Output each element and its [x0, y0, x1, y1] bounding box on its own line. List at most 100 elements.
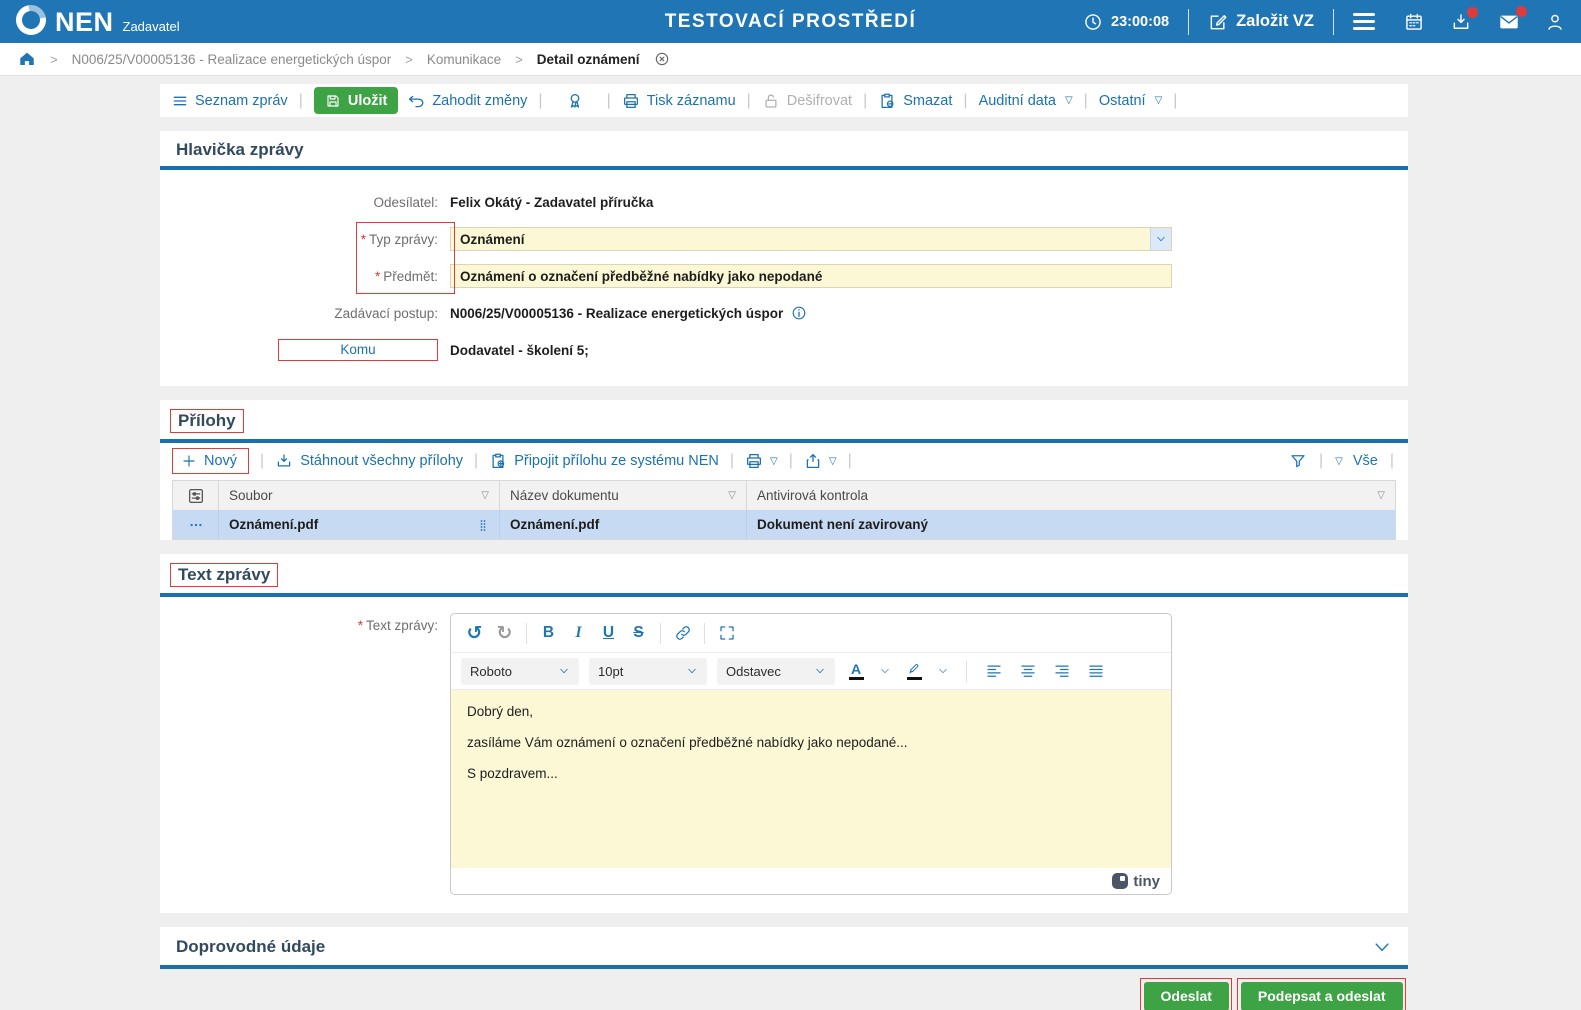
align-center-icon[interactable]	[1019, 662, 1037, 680]
align-left-icon[interactable]	[985, 662, 1003, 680]
chevron-down-icon[interactable]	[879, 665, 891, 677]
triangle-down-icon[interactable]: ▽	[1335, 456, 1343, 467]
user-icon[interactable]	[1545, 12, 1565, 32]
align-justify-icon[interactable]	[1087, 662, 1105, 680]
seznam-zprav-button[interactable]: Seznam zpráv	[172, 93, 288, 109]
new-document-icon	[1210, 14, 1227, 29]
annotation-box-odeslat: Odeslat	[1140, 978, 1233, 1010]
vse-filter-dropdown[interactable]: Vše	[1353, 453, 1378, 469]
column-header-nazev: Název dokumentu	[510, 488, 619, 503]
close-tab-icon[interactable]	[654, 51, 670, 67]
predmet-label: * Předmět:	[374, 268, 438, 284]
smazat-button[interactable]: Smazat	[878, 92, 952, 110]
brand-area[interactable]: NEN Zadavatel	[10, 0, 180, 41]
section-title: Přílohy	[170, 409, 244, 433]
highlight-color-button[interactable]	[903, 658, 925, 684]
downloads-button[interactable]	[1451, 6, 1478, 32]
zahodit-zmeny-button[interactable]: Zahodit změny	[407, 92, 527, 110]
odesilatel-value: Felix Okátý - Zadavatel příručka	[450, 194, 654, 210]
text-color-button[interactable]: A	[845, 658, 867, 684]
triangle-down-icon: ▽	[828, 455, 837, 467]
triangle-down-icon: ▽	[1154, 95, 1163, 106]
messages-button[interactable]	[1498, 5, 1527, 33]
attachments-section: Přílohy Nový | Stáhnout všechny přílohy …	[160, 400, 1408, 540]
column-filter-icon[interactable]: ▽	[481, 490, 489, 501]
ulozit-button[interactable]: Uložit	[313, 87, 399, 114]
odeslat-button[interactable]: Odeslat	[1143, 981, 1229, 1010]
chevron-down-icon	[816, 668, 824, 674]
breadcrumb-item-procedure[interactable]: N006/25/V00005136 - Realizace energetick…	[72, 52, 392, 67]
chevron-down-icon[interactable]	[1372, 937, 1392, 957]
font-family-select[interactable]: Roboto	[461, 657, 579, 685]
breadcrumb-separator: >	[515, 51, 523, 67]
list-icon	[173, 96, 187, 105]
ostatni-dropdown[interactable]: Ostatní ▽	[1099, 93, 1162, 109]
predmet-input[interactable]: Oznámení o označení předběžné nabídky ja…	[450, 264, 1172, 288]
desifrovat-button[interactable]: Dešifrovat	[762, 92, 852, 110]
italic-button[interactable]: I	[565, 620, 592, 646]
block-format-select[interactable]: Odstavec	[717, 657, 835, 685]
chevron-down-icon[interactable]	[1150, 228, 1171, 250]
tisk-zaznamu-button[interactable]: Tisk záznamu	[622, 92, 736, 110]
column-filter-icon[interactable]: ▽	[1377, 490, 1385, 501]
notification-badge	[1467, 6, 1478, 18]
zalozit-vz-button[interactable]: Založit VZ	[1208, 12, 1314, 32]
clipboard-attach-icon	[492, 453, 505, 469]
column-settings-button[interactable]	[173, 481, 219, 510]
stahnout-prilohy-button[interactable]: Stáhnout všechny přílohy	[275, 452, 463, 470]
strikethrough-button[interactable]: S	[625, 620, 652, 646]
three-dots-icon	[189, 523, 202, 526]
font-size-select[interactable]: 10pt	[589, 657, 707, 685]
download-icon	[277, 454, 291, 467]
underline-button[interactable]: U	[595, 620, 622, 646]
typ-zpravy-select[interactable]: Oznámení	[450, 227, 1172, 251]
link-icon	[675, 626, 690, 640]
print-attachments-dropdown[interactable]: ▽	[745, 452, 778, 470]
novy-button[interactable]: Nový	[172, 448, 250, 474]
export-attachments-dropdown[interactable]: ▽	[804, 452, 837, 470]
breadcrumb-item-komunikace[interactable]: Komunikace	[427, 52, 501, 67]
filter-button[interactable]	[1289, 452, 1307, 470]
printer-icon	[623, 93, 638, 108]
link-button[interactable]	[669, 620, 696, 646]
color-swatch	[848, 677, 864, 680]
notification-badge	[1516, 5, 1527, 17]
undo-button[interactable]: ↺	[461, 620, 488, 646]
additional-data-section: Doprovodné údaje	[160, 927, 1408, 969]
table-row[interactable]: Oznámení.pdf Oznámení.pdf Dokument není …	[173, 510, 1395, 539]
auditni-data-dropdown[interactable]: Auditní data ▽	[979, 93, 1073, 109]
clipboard-delete-icon	[881, 93, 894, 108]
komu-button[interactable]: Komu	[278, 339, 438, 361]
redo-button[interactable]: ↻	[491, 620, 518, 646]
pripojit-prilohu-button[interactable]: Připojit přílohu ze systému NEN	[489, 452, 719, 470]
editor-content-area[interactable]: Dobrý den, zasíláme Vám oznámení o označ…	[451, 690, 1171, 868]
share-export-icon	[806, 453, 820, 469]
certificate-seal-button[interactable]	[554, 92, 596, 110]
podepsat-a-odeslat-button[interactable]: Podepsat a odeslat	[1240, 981, 1403, 1010]
breadcrumb: > N006/25/V00005136 - Realizace energeti…	[0, 43, 1581, 76]
zadavaci-postup-value: N006/25/V00005136 - Realizace energetick…	[450, 305, 784, 321]
collapse-header[interactable]: Doprovodné údaje	[160, 927, 1408, 969]
section-header: Přílohy	[160, 400, 1408, 443]
brand-subtitle: Zadavatel	[122, 18, 180, 34]
divider	[1333, 8, 1334, 35]
row-actions-button[interactable]	[173, 510, 219, 539]
bold-button[interactable]: B	[535, 620, 562, 646]
tinymce-logo-icon	[1112, 873, 1129, 889]
triangle-down-icon: ▽	[770, 455, 778, 467]
chevron-down-icon[interactable]	[937, 665, 949, 677]
action-toolbar: Seznam zpráv | Uložit Zahodit změny | | …	[160, 84, 1408, 117]
fullscreen-icon	[719, 626, 734, 640]
column-header-soubor: Soubor	[229, 488, 273, 503]
column-filter-icon[interactable]: ▽	[728, 490, 736, 501]
home-icon[interactable]	[18, 50, 36, 68]
align-right-icon[interactable]	[1053, 662, 1071, 680]
calendar-icon[interactable]	[1404, 12, 1424, 32]
menu-icon[interactable]	[1353, 12, 1375, 31]
info-icon[interactable]	[791, 305, 807, 321]
fullscreen-button[interactable]	[713, 620, 740, 646]
section-header: Hlavička zprávy	[160, 131, 1408, 170]
cell-nazev: Oznámení.pdf	[510, 517, 600, 532]
drag-handle-icon[interactable]	[477, 519, 489, 531]
komu-label-cell: Komu	[160, 339, 450, 361]
